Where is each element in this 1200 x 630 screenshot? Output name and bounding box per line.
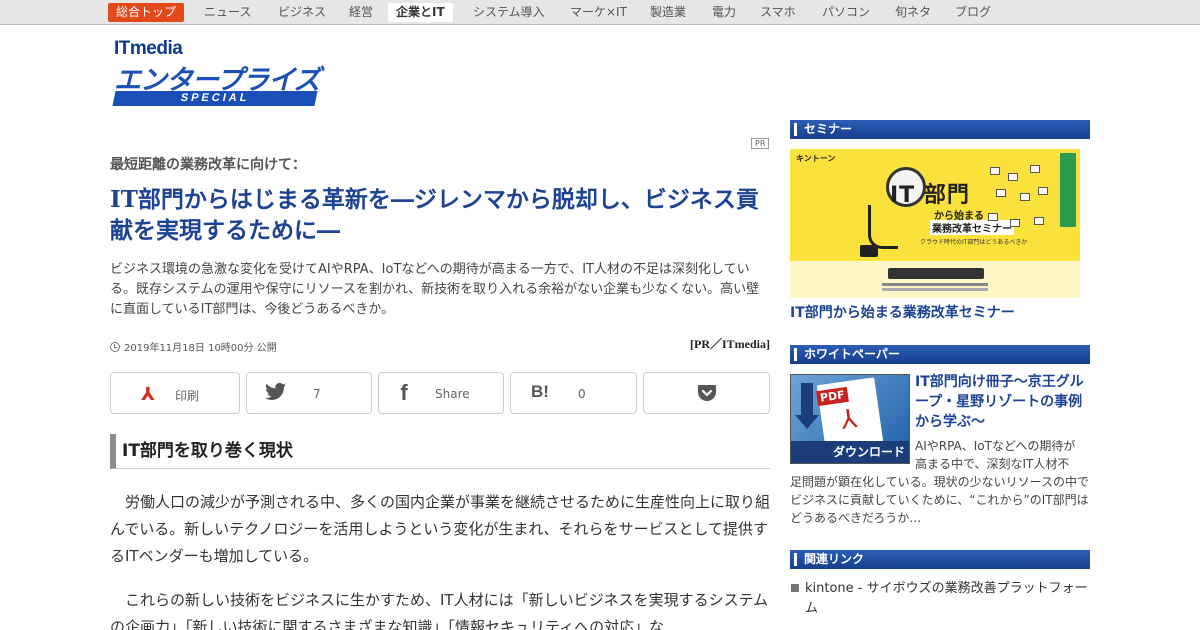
- nav-item-system[interactable]: システム導入: [465, 3, 553, 22]
- nav-item-blog[interactable]: ブログ: [947, 3, 999, 22]
- nav-item-marketing[interactable]: マーケ×IT: [562, 3, 635, 22]
- nav-item-power[interactable]: 電力: [704, 3, 744, 22]
- article-paragraph: これらの新しい技術をビジネスに生かすため、IT人材には「新しいビジネスを実現する…: [110, 591, 769, 630]
- nav-item-pc[interactable]: パソコン: [814, 3, 878, 22]
- top-nav: 総合トップ ニュース ビジネス 経営 企業とIT システム導入 マーケ×IT 製…: [0, 0, 1200, 25]
- seminar-link[interactable]: IT部門から始まる業務改革セミナー: [790, 302, 1015, 322]
- download-arrow-icon: [801, 383, 813, 415]
- twitter-bird-icon: [265, 382, 287, 402]
- nav-item-enterprise-it[interactable]: 企業とIT: [388, 3, 453, 22]
- nav-item-top[interactable]: 総合トップ: [108, 3, 185, 22]
- nav-item-business[interactable]: ビジネス: [270, 3, 334, 22]
- print-button[interactable]: ⅄ 印刷: [110, 372, 240, 414]
- article-lead: ビジネス環境の急激な変化を受けてAIやRPA、IoTなどへの期待が高まる一方で、…: [110, 262, 760, 317]
- article-byline: [PR／ITmedia]: [690, 337, 770, 351]
- nav-item-trending[interactable]: 旬ネタ: [887, 3, 939, 22]
- nav-item-smartphone[interactable]: スマホ: [752, 3, 804, 22]
- logo-brand: ITmedia: [114, 38, 183, 59]
- banner-side-tab: [1060, 153, 1076, 227]
- whitepaper-desc-rest: 足問題が顕在化している。現状の少ないリソースの中でビジネスに貢献していくために、…: [790, 475, 1090, 525]
- facebook-share-button[interactable]: f Share: [378, 372, 504, 414]
- acrobat-icon: ⅄: [141, 384, 155, 405]
- article-paragraph: 労働人口の減少が予測される中、多くの国内企業が事業を継続させるために生産性向上に…: [110, 493, 771, 565]
- related-link[interactable]: kintone - サイボウズの業務改善プラットフォーム: [790, 579, 1090, 619]
- pocket-icon: [696, 384, 718, 404]
- related-links-heading: 関連リンク: [790, 550, 1090, 569]
- article-title: IT部門からはじまる革新を―ジレンマから脱却し、ビジネス貢献を実現するために―: [110, 186, 759, 244]
- facebook-label: Share: [435, 387, 470, 401]
- publish-date-text: 2019年11月18日 10時00分 公開: [124, 343, 277, 354]
- whitepaper-desc-line: 高まる中で、深刻なIT人材不: [915, 457, 1070, 471]
- banner-headline: IT 部門: [890, 183, 970, 208]
- whitepaper-description: AIやRPA、IoTなどへの期待が 高まる中で、深刻なIT人材不 足問題が顕在化…: [790, 437, 1090, 527]
- facebook-icon: f: [400, 380, 408, 405]
- seminar-heading: セミナー: [790, 120, 1090, 139]
- section-heading: IT部門を取り巻く現状: [110, 434, 770, 469]
- nav-item-news[interactable]: ニュース: [196, 3, 259, 22]
- whitepaper-link[interactable]: IT部門向け冊子～京王グループ・星野リゾートの事例から学ぶ～: [915, 372, 1090, 432]
- kintone-logo: キントーン: [796, 154, 836, 163]
- plug-icon: [860, 245, 878, 257]
- logo-tag: SPECIAL: [112, 91, 318, 106]
- banner-footer: [790, 261, 1080, 298]
- download-arrowhead-icon: [795, 415, 819, 429]
- nav-item-manufacturing[interactable]: 製造業: [642, 3, 694, 22]
- share-buttons: ⅄ 印刷 7 f Share B! 0: [110, 372, 770, 414]
- pocket-button[interactable]: [643, 372, 770, 414]
- banner-cta: [888, 268, 984, 279]
- whitepaper-heading: ホワイトペーパー: [790, 345, 1090, 364]
- twitter-count: 7: [313, 387, 321, 401]
- doodle-icons: [986, 163, 1052, 243]
- seminar-banner[interactable]: キントーン IT 部門 から始まる 業務改革セミナー クラウド時代のIT部門はど…: [790, 149, 1080, 298]
- hatena-icon: B!: [531, 382, 549, 401]
- publish-date: 2019年11月18日 10時00分 公開: [110, 339, 277, 354]
- hatena-count: 0: [578, 387, 586, 401]
- clock-icon: [110, 342, 120, 352]
- print-label: 印刷: [175, 389, 200, 403]
- article-subhead: 最短距離の業務改革に向けて：: [110, 157, 306, 173]
- pr-badge: PR: [751, 138, 770, 149]
- hatena-bookmark-button[interactable]: B! 0: [510, 372, 637, 414]
- banner-fineprint: [882, 283, 988, 286]
- cord-graphic: [868, 205, 898, 249]
- nav-item-management[interactable]: 経営: [341, 3, 381, 22]
- whitepaper-desc-line: AIやRPA、IoTなどへの期待が: [915, 439, 1076, 453]
- twitter-share-button[interactable]: 7: [246, 372, 372, 414]
- site-logo[interactable]: ITmedia エンタープライズ SPECIAL: [112, 38, 321, 108]
